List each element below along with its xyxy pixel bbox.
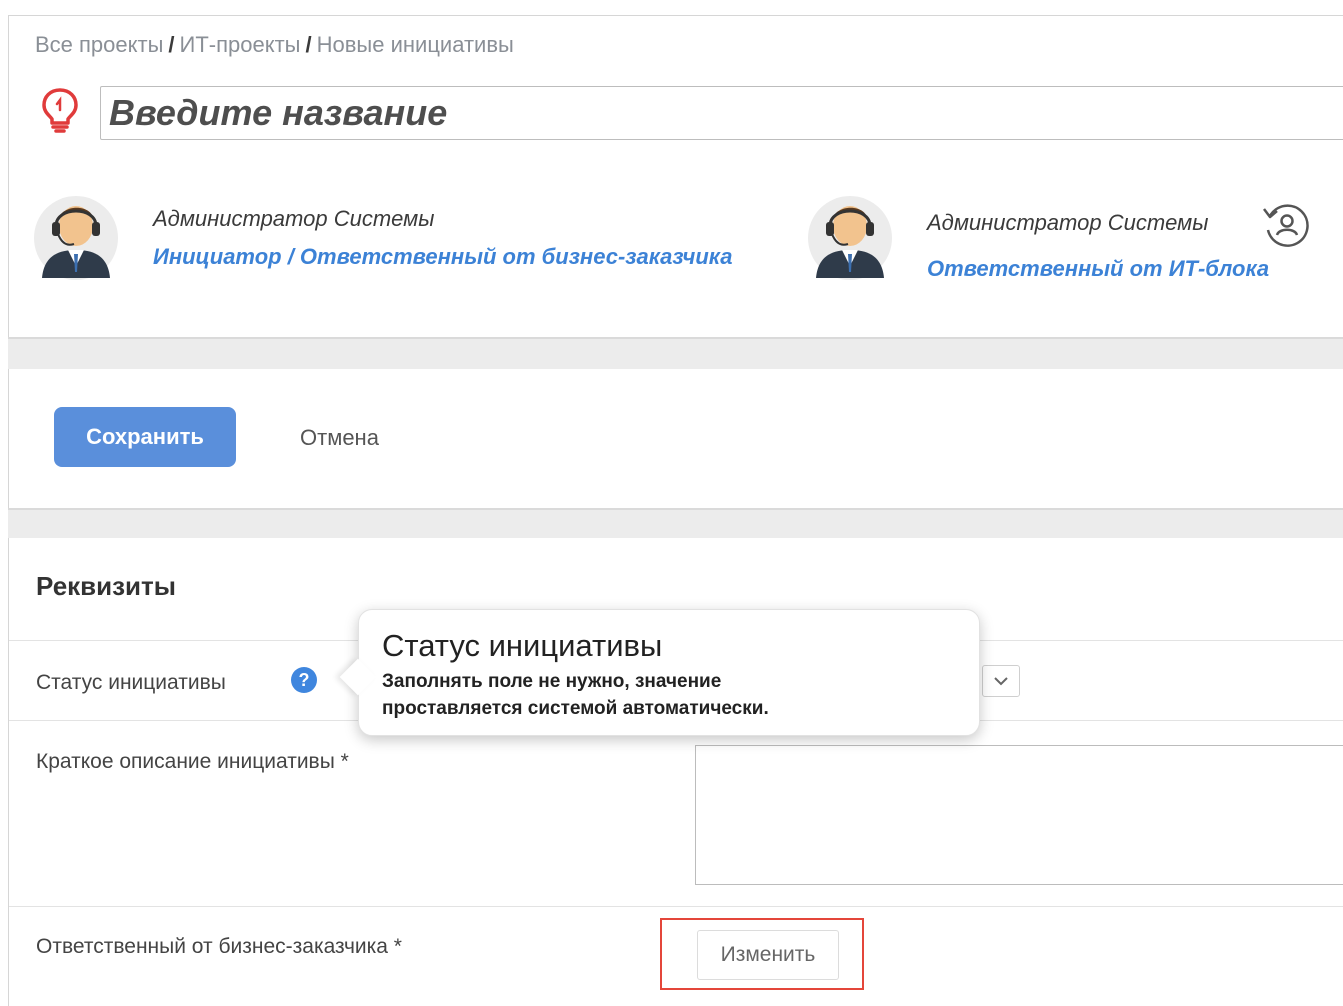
description-textarea[interactable] [695,745,1343,885]
tooltip-line-1: Заполнять поле не нужно, значение [382,671,722,692]
avatar-it-responsible [808,196,892,280]
initiator-role-link[interactable]: Инициатор / Ответственный от бизнес-зака… [153,244,732,270]
section-title-requisites: Реквизиты [36,571,176,601]
initiator-name: Администратор Системы [153,206,435,231]
status-select[interactable] [982,665,1020,697]
breadcrumb-all-projects[interactable]: Все проекты [35,32,163,57]
tooltip-title: Статус инициативы [382,628,663,663]
chevron-down-icon [994,677,1008,686]
breadcrumb-new-initiatives[interactable]: Новые инициативы [317,32,514,57]
status-label: Статус инициативы [36,671,226,694]
breadcrumb: Все проекты / ИТ-проекты / Новые инициативы [35,32,514,58]
user-rotate-icon[interactable] [1260,200,1312,250]
cancel-button[interactable]: Отмена [300,425,379,451]
change-responsible-button[interactable]: Изменить [697,930,839,980]
tooltip-line-2: проставляется системой автоматически. [382,698,769,719]
it-responsible-name: Администратор Системы [927,210,1209,235]
tooltip-text: Заполнять поле не нужно, значение проста… [382,668,769,722]
avatar-initiator [34,196,118,280]
section-divider [8,508,1343,538]
initiative-title-input[interactable] [100,86,1343,140]
breadcrumb-separator: / [168,32,175,57]
lightbulb-icon [42,88,78,133]
status-tooltip: Статус инициативы Заполнять поле не нужн… [339,609,980,736]
breadcrumb-separator: / [305,32,312,57]
section-divider [8,337,1343,369]
save-button[interactable]: Сохранить [54,407,236,467]
description-label: Краткое описание инициативы * [36,750,349,773]
row-divider [9,906,1343,907]
breadcrumb-it-projects[interactable]: ИТ-проекты [180,32,301,57]
it-responsible-role-link[interactable]: Ответственный от ИТ-блока [927,256,1269,282]
responsible-label: Ответственный от бизнес-заказчика * [36,935,402,958]
question-circle-icon[interactable]: ? [291,667,317,693]
